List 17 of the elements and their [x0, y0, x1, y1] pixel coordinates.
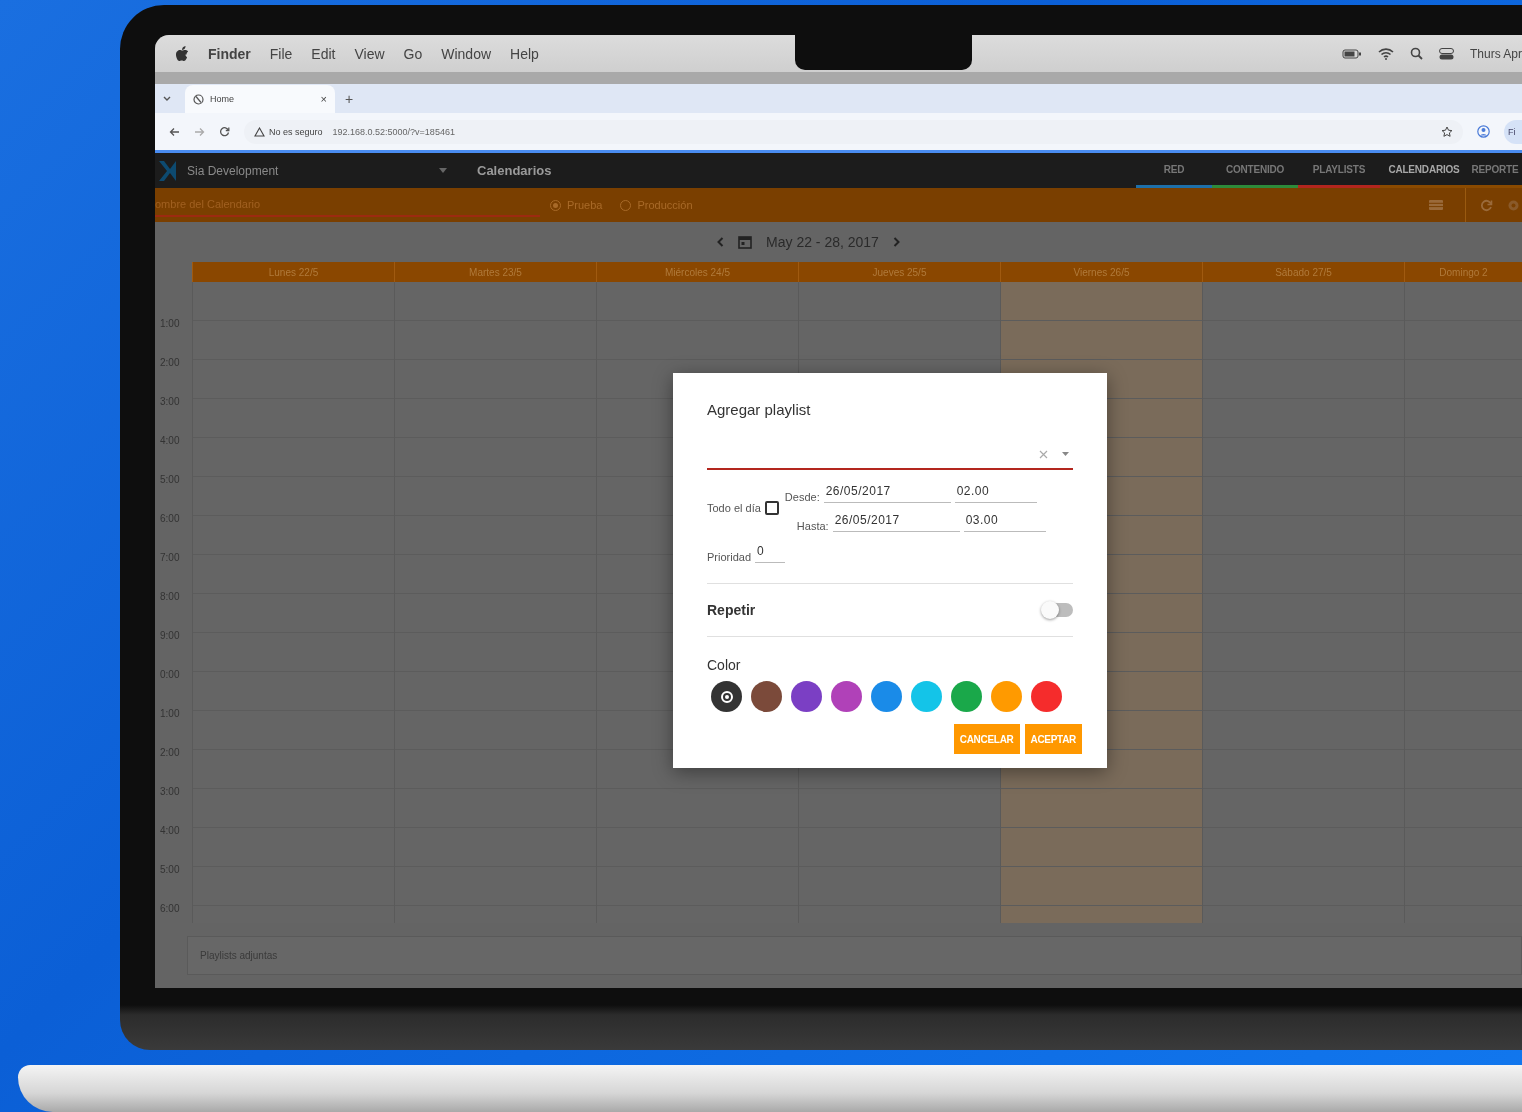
menu-bar-clock: Thurs Apr [1469, 46, 1522, 61]
day-header: Martes 23/5 [394, 262, 596, 282]
url-text: 192.168.0.52:5000/?v=185461 [332, 126, 455, 137]
from-label: Desde: [784, 491, 820, 503]
day-header: Sábado 27/5 [1202, 262, 1404, 282]
dialog-title: Agregar playlist [707, 401, 812, 418]
security-label: No es seguro [269, 126, 323, 137]
to-label: Hasta: [796, 520, 829, 532]
day-header: Miércoles 24/5 [596, 262, 798, 282]
all-day-label: Todo el día [707, 502, 761, 514]
page-title: Calendarios [477, 162, 552, 180]
priority-label: Prioridad [707, 551, 752, 563]
repeat-label: Repetir [707, 602, 756, 618]
workspace-name: Sia Development [187, 163, 279, 178]
week-range: May 22 - 28, 2017 [766, 234, 879, 250]
tab-title: Home [210, 94, 234, 104]
color-label: Color [707, 657, 742, 673]
